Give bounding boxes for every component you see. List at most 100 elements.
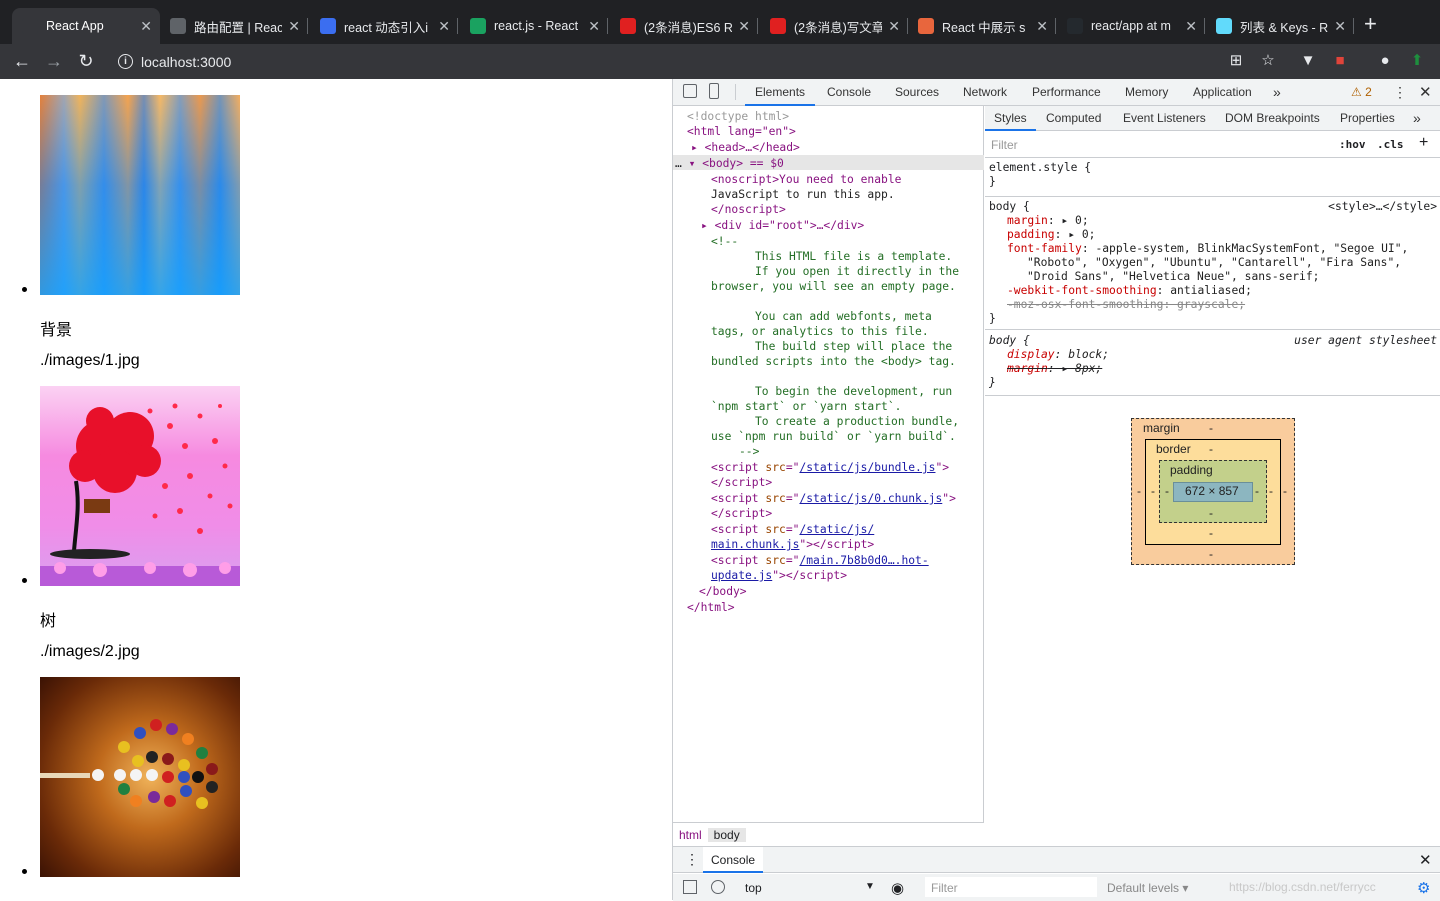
translate-icon[interactable]: ⊞: [1226, 51, 1246, 71]
clear-console-icon[interactable]: [711, 880, 725, 894]
padding-right-value[interactable]: -: [1255, 484, 1259, 498]
console-sidebar-icon[interactable]: [683, 880, 697, 894]
css-value[interactable]: -apple-system, BlinkMacSystemFont, "Sego…: [1095, 242, 1408, 255]
update-icon[interactable]: ⬆: [1407, 51, 1427, 71]
console-settings-gear-icon[interactable]: ⚙: [1417, 879, 1430, 897]
warning-badge[interactable]: ⚠ 2: [1351, 79, 1372, 106]
tab-computed[interactable]: Computed: [1046, 106, 1101, 131]
close-drawer-icon[interactable]: ✕: [1419, 851, 1432, 869]
tab-elements[interactable]: Elements: [745, 79, 816, 106]
css-property[interactable]: padding: [1007, 228, 1055, 241]
breadcrumb-body[interactable]: body: [707, 827, 746, 842]
margin-left-value[interactable]: -: [1137, 484, 1141, 498]
context-selector[interactable]: top: [745, 881, 762, 895]
breadcrumb-html[interactable]: html: [673, 828, 708, 842]
margin-bottom-value[interactable]: -: [1209, 547, 1213, 561]
tab-event-listeners[interactable]: Event Listeners: [1123, 106, 1206, 131]
close-tab-icon[interactable]: ✕: [738, 18, 750, 35]
body-style-rule[interactable]: body { <style>…</style> margin: ▸ 0; pad…: [985, 198, 1440, 330]
close-devtools-icon[interactable]: ✕: [1419, 79, 1432, 106]
dom-line-script-chunk0[interactable]: <script src="/static/js/0.chunk.js">: [711, 491, 956, 506]
more-sidebar-tabs-icon[interactable]: »: [1413, 106, 1421, 131]
dom-line-script-bundle[interactable]: <script src="/static/js/bundle.js">: [711, 460, 949, 475]
new-style-rule-icon[interactable]: +: [1419, 134, 1428, 152]
close-tab-icon[interactable]: ✕: [888, 18, 900, 35]
extension-icon[interactable]: ■: [1330, 51, 1350, 71]
dom-line-doctype[interactable]: <!doctype html>: [687, 109, 789, 124]
browser-tab[interactable]: react.js - React ✕: [460, 8, 608, 44]
tab-performance[interactable]: Performance: [1032, 79, 1101, 106]
tab-sources[interactable]: Sources: [895, 79, 939, 106]
close-tab-icon[interactable]: ✕: [1185, 18, 1197, 35]
css-property-invalid[interactable]: -moz-osx-font-smoothing: [1007, 298, 1163, 311]
border-left-value[interactable]: -: [1151, 484, 1155, 498]
new-tab-button[interactable]: +: [1364, 12, 1377, 36]
dom-line-root-div[interactable]: ▸ <div id="root">…</div>: [701, 218, 864, 233]
tab-console[interactable]: Console: [827, 79, 871, 106]
css-property[interactable]: margin: [1007, 214, 1048, 227]
browser-tab[interactable]: react 动态引入i ✕: [310, 8, 458, 44]
tab-styles[interactable]: Styles: [985, 106, 1036, 131]
close-tab-icon[interactable]: ✕: [1334, 18, 1346, 35]
border-top-value[interactable]: -: [1209, 442, 1213, 456]
css-value-invalid[interactable]: grayscale;: [1177, 298, 1245, 311]
dom-line-script-main[interactable]: <script src="/static/js/: [711, 522, 874, 537]
user-agent-style-rule[interactable]: body { user agent stylesheet display: bl…: [985, 332, 1440, 396]
browser-tab[interactable]: React App ✕: [12, 8, 160, 44]
dom-line-head[interactable]: ▸ <head>…</head>: [691, 140, 800, 155]
dom-line-html[interactable]: <html lang="en">: [687, 124, 796, 139]
browser-tab[interactable]: react/app at m ✕: [1057, 8, 1205, 44]
tab-dom-breakpoints[interactable]: DOM Breakpoints: [1225, 106, 1320, 131]
padding-left-value[interactable]: -: [1165, 484, 1169, 498]
css-property[interactable]: font-family: [1007, 242, 1082, 255]
dom-line-noscript[interactable]: <noscript>You need to enable: [711, 172, 901, 187]
tab-memory[interactable]: Memory: [1125, 79, 1168, 106]
forward-icon[interactable]: →: [42, 49, 66, 73]
tab-application[interactable]: Application: [1193, 79, 1252, 106]
device-toolbar-icon[interactable]: [709, 83, 719, 99]
border-right-value[interactable]: -: [1269, 484, 1273, 498]
styles-filter-input[interactable]: Filter: [991, 138, 1018, 152]
margin-top-value[interactable]: -: [1209, 421, 1213, 435]
css-property[interactable]: -webkit-font-smoothing: [1007, 284, 1157, 297]
class-toggle[interactable]: .cls: [1377, 138, 1404, 151]
elements-dom-tree[interactable]: <!doctype html> <html lang="en"> ▸ <head…: [673, 106, 984, 822]
back-icon[interactable]: ←: [10, 49, 34, 73]
rule-source[interactable]: <style>…</style>: [1328, 200, 1437, 214]
drawer-menu-icon[interactable]: ⋮: [685, 851, 699, 868]
site-info-icon[interactable]: i: [118, 54, 133, 69]
tab-properties[interactable]: Properties: [1340, 106, 1395, 131]
close-tab-icon[interactable]: ✕: [1036, 18, 1048, 35]
margin-right-value[interactable]: -: [1283, 484, 1287, 498]
vue-extension-icon[interactable]: ▼: [1298, 51, 1318, 71]
browser-tab[interactable]: (2条消息)ES6 R ✕: [610, 8, 758, 44]
css-value[interactable]: antialiased;: [1170, 284, 1252, 297]
devtools-menu-icon[interactable]: ⋮: [1393, 79, 1407, 106]
close-tab-icon[interactable]: ✕: [288, 18, 300, 35]
more-tabs-icon[interactable]: »: [1273, 79, 1281, 106]
browser-tab[interactable]: 路由配置 | React ✕: [160, 8, 308, 44]
profile-avatar-icon[interactable]: ●: [1375, 51, 1395, 71]
padding-bottom-value[interactable]: -: [1209, 506, 1213, 520]
element-style-rule[interactable]: element.style { }: [985, 161, 1440, 197]
close-tab-icon[interactable]: ✕: [588, 18, 600, 35]
browser-tab[interactable]: (2条消息)写文章 ✕: [760, 8, 908, 44]
inspect-element-icon[interactable]: [683, 84, 697, 98]
close-tab-icon[interactable]: ✕: [438, 18, 450, 35]
tab-network[interactable]: Network: [963, 79, 1007, 106]
border-bottom-value[interactable]: -: [1209, 526, 1213, 540]
close-tab-icon[interactable]: ✕: [140, 18, 152, 35]
bookmark-star-icon[interactable]: ☆: [1258, 51, 1278, 71]
css-value[interactable]: 0;: [1082, 228, 1096, 241]
browser-tab[interactable]: 列表 & Keys - R ✕: [1206, 8, 1354, 44]
log-levels-select[interactable]: Default levels ▾: [1107, 881, 1188, 895]
eye-icon[interactable]: ◉: [891, 879, 904, 897]
chevron-down-icon[interactable]: ▼: [865, 881, 875, 892]
console-filter-input[interactable]: Filter: [925, 877, 1097, 897]
dom-line-body[interactable]: … ▾ <body> == $0: [675, 156, 784, 171]
address-bar[interactable]: i localhost:3000: [108, 47, 1288, 76]
dom-line-script-hot[interactable]: <script src="/main.7b8b0d0….hot-: [711, 553, 929, 568]
hover-state-toggle[interactable]: :hov: [1339, 138, 1366, 151]
css-value[interactable]: 0;: [1075, 214, 1089, 227]
drawer-tab-console[interactable]: Console: [703, 847, 764, 873]
